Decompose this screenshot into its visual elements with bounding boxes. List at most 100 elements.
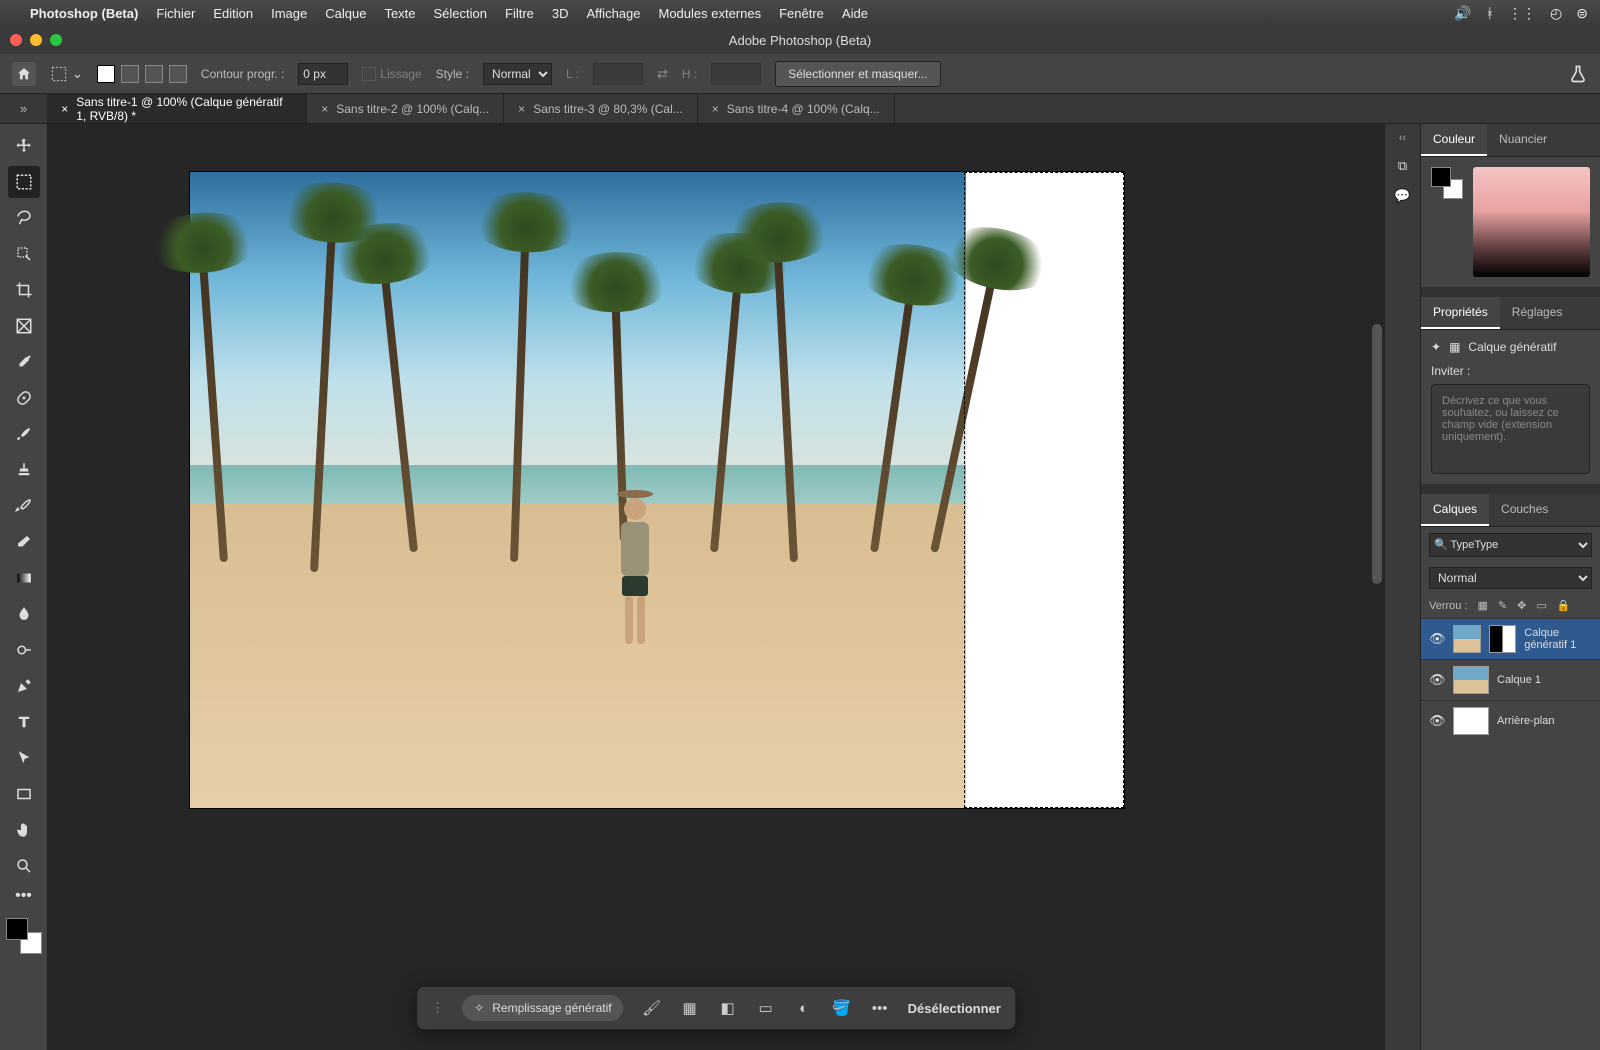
brush-tool[interactable] <box>8 418 40 450</box>
menu-window[interactable]: Fenêtre <box>779 6 824 21</box>
lock-brush-icon[interactable]: ✎ <box>1498 599 1507 612</box>
doc-tab-3[interactable]: × Sans titre-3 @ 80,3% (Cal... <box>504 94 698 123</box>
menu-text[interactable]: Texte <box>384 6 415 21</box>
marquee-tool[interactable] <box>8 166 40 198</box>
lock-transparency-icon[interactable]: ▦ <box>1478 599 1488 612</box>
layer-thumb[interactable] <box>1453 625 1481 653</box>
history-brush-tool[interactable] <box>8 490 40 522</box>
stamp-tool[interactable] <box>8 454 40 486</box>
move-tool[interactable] <box>8 130 40 162</box>
tab-couleur[interactable]: Couleur <box>1421 124 1487 156</box>
blur-tool[interactable] <box>8 598 40 630</box>
document-canvas[interactable] <box>190 172 1124 808</box>
feather-input[interactable] <box>298 63 348 85</box>
invert-select-icon[interactable]: ◧ <box>718 999 738 1017</box>
wifi-icon[interactable]: ⋮⋮ <box>1508 5 1536 22</box>
fg-color-swatch[interactable] <box>6 918 28 940</box>
edit-toolbar-button[interactable]: ••• <box>8 886 40 906</box>
doc-tab-4[interactable]: × Sans titre-4 @ 100% (Calq... <box>698 94 895 123</box>
fill-icon[interactable]: 🪣 <box>832 999 852 1017</box>
layer-thumb[interactable] <box>1453 666 1489 694</box>
eye-icon[interactable]: 👁 <box>1429 672 1445 688</box>
doc-tab-2[interactable]: × Sans titre-2 @ 100% (Calq... <box>307 94 504 123</box>
grip-icon[interactable]: ⋮ <box>431 1000 444 1016</box>
lock-all-icon[interactable]: 🔒 <box>1557 599 1571 612</box>
menu-image[interactable]: Image <box>271 6 307 21</box>
fg-bg-swatch[interactable] <box>6 918 42 954</box>
dodge-tool[interactable] <box>8 634 40 666</box>
eye-icon[interactable]: 👁 <box>1429 713 1445 729</box>
eraser-tool[interactable] <box>8 526 40 558</box>
selection-new-icon[interactable] <box>97 65 115 83</box>
menu-help[interactable]: Aide <box>842 6 868 21</box>
menu-view[interactable]: Affichage <box>587 6 641 21</box>
shape-tool[interactable] <box>8 778 40 810</box>
type-tool[interactable] <box>8 706 40 738</box>
tab-reglages[interactable]: Réglages <box>1500 297 1575 329</box>
clock-icon[interactable]: ◴ <box>1550 5 1562 22</box>
hand-tool[interactable] <box>8 814 40 846</box>
brush-select-icon[interactable]: 🖌 <box>642 999 662 1017</box>
menu-edit[interactable]: Edition <box>213 6 253 21</box>
select-and-mask-button[interactable]: Sélectionner et masquer... <box>775 61 940 87</box>
style-select[interactable]: Normal <box>483 63 552 85</box>
generative-fill-button[interactable]: ✧ Remplissage génératif <box>462 995 623 1021</box>
close-icon[interactable]: × <box>518 102 525 116</box>
close-icon[interactable]: × <box>712 102 719 116</box>
quick-select-tool[interactable] <box>8 238 40 270</box>
modify-select-icon[interactable]: ▦ <box>680 999 700 1017</box>
adjustment-icon[interactable]: ◐ <box>794 1000 814 1017</box>
selection-intersect-icon[interactable] <box>169 65 187 83</box>
app-name[interactable]: Photoshop (Beta) <box>30 6 138 21</box>
close-icon[interactable]: × <box>321 102 328 116</box>
expand-panels-icon[interactable]: » <box>20 101 27 116</box>
tab-calques[interactable]: Calques <box>1421 494 1489 526</box>
layer-thumb[interactable] <box>1453 707 1489 735</box>
lock-position-icon[interactable]: ✥ <box>1517 599 1526 612</box>
traffic-close[interactable] <box>10 34 22 46</box>
layer-mask-thumb[interactable] <box>1489 625 1517 653</box>
canvas-area[interactable]: ⋮ ✧ Remplissage génératif 🖌 ▦ ◧ ▭ ◐ 🪣 ••… <box>48 124 1384 1050</box>
prompt-textarea[interactable]: Décrivez ce que vous souhaitez, ou laiss… <box>1431 384 1590 474</box>
blend-mode-select[interactable]: Normal <box>1429 567 1592 589</box>
healing-tool[interactable] <box>8 382 40 414</box>
eye-icon[interactable]: 👁 <box>1429 631 1445 647</box>
libraries-icon[interactable]: ⧉ <box>1398 158 1407 174</box>
beaker-icon[interactable] <box>1568 64 1588 84</box>
crop-tool[interactable] <box>8 274 40 306</box>
color-fgbg-swatch[interactable] <box>1431 167 1463 199</box>
control-center-icon[interactable]: ⊜ <box>1576 5 1588 22</box>
home-button[interactable] <box>12 62 36 86</box>
layer-row-generative[interactable]: 👁 Calque génératif 1 <box>1421 618 1600 659</box>
menu-file[interactable]: Fichier <box>156 6 195 21</box>
layer-row-1[interactable]: 👁 Calque 1 <box>1421 659 1600 700</box>
more-icon[interactable]: ••• <box>870 1000 890 1017</box>
color-picker[interactable] <box>1473 167 1590 277</box>
tab-proprietes[interactable]: Propriétés <box>1421 297 1500 329</box>
frame-tool[interactable] <box>8 310 40 342</box>
menu-select[interactable]: Sélection <box>434 6 487 21</box>
eyedropper-tool[interactable] <box>8 346 40 378</box>
pen-tool[interactable] <box>8 670 40 702</box>
gradient-tool[interactable] <box>8 562 40 594</box>
close-icon[interactable]: × <box>61 102 68 116</box>
traffic-minimize[interactable] <box>30 34 42 46</box>
marquee-tool-preset[interactable]: ⌄ <box>50 65 83 83</box>
bluetooth-icon[interactable]: ᚼ <box>1486 5 1494 22</box>
layer-filter-select[interactable]: 🔍 TypeType <box>1429 533 1592 557</box>
menu-3d[interactable]: 3D <box>552 6 569 21</box>
zoom-tool[interactable] <box>8 850 40 882</box>
layer-row-background[interactable]: 👁 Arrière-plan <box>1421 700 1600 741</box>
menu-layer[interactable]: Calque <box>325 6 366 21</box>
mask-icon[interactable]: ▭ <box>756 999 776 1017</box>
collapse-icon[interactable]: ‹‹ <box>1399 132 1406 144</box>
deselect-button[interactable]: Désélectionner <box>908 1001 1001 1016</box>
comments-icon[interactable]: 💬 <box>1394 188 1410 204</box>
doc-tab-1[interactable]: × Sans titre-1 @ 100% (Calque génératif … <box>47 94 307 123</box>
menu-filter[interactable]: Filtre <box>505 6 534 21</box>
selection-subtract-icon[interactable] <box>145 65 163 83</box>
path-select-tool[interactable] <box>8 742 40 774</box>
vertical-scrollbar[interactable] <box>1372 324 1382 584</box>
traffic-maximize[interactable] <box>50 34 62 46</box>
selection-add-icon[interactable] <box>121 65 139 83</box>
